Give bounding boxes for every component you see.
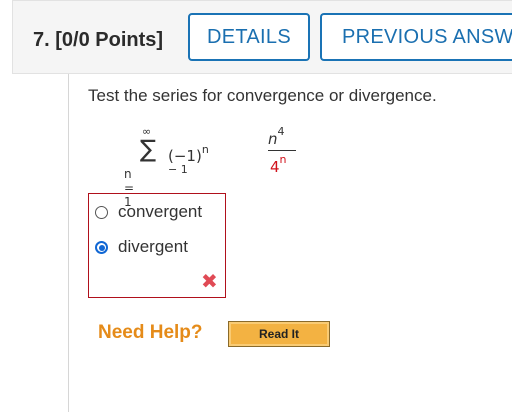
radio-checked[interactable] (95, 240, 108, 254)
option-convergent[interactable]: convergent (95, 202, 202, 222)
denominator-base: 4 (270, 158, 280, 176)
question-title: 7. [0/0 Points] (33, 29, 164, 51)
option-label: divergent (118, 237, 188, 256)
numerator-exponent: 4 (277, 125, 285, 138)
content-divider (68, 74, 69, 412)
need-help-label: Need Help? (98, 322, 203, 343)
numerator-base: n (268, 130, 278, 148)
answer-box: convergent divergent ✖ (88, 193, 226, 298)
radio-unchecked[interactable] (95, 205, 108, 219)
question-prompt: Test the series for convergence or diver… (88, 86, 437, 105)
sigma-symbol: ∑ (140, 135, 157, 163)
fraction-numerator: n4 (268, 125, 285, 148)
option-divergent[interactable]: divergent (95, 237, 188, 257)
option-label: convergent (118, 202, 203, 221)
fraction-bar (268, 150, 296, 151)
alternating-term: (−1)n − 1 (168, 143, 209, 185)
read-it-button[interactable]: Read It (228, 321, 330, 347)
fraction-denominator: 4n (270, 153, 287, 176)
denominator-exponent: n (279, 153, 287, 166)
previous-answers-button[interactable]: PREVIOUS ANSW (320, 13, 512, 61)
incorrect-x-icon: ✖ (201, 271, 218, 293)
details-button[interactable]: DETAILS (188, 13, 310, 61)
